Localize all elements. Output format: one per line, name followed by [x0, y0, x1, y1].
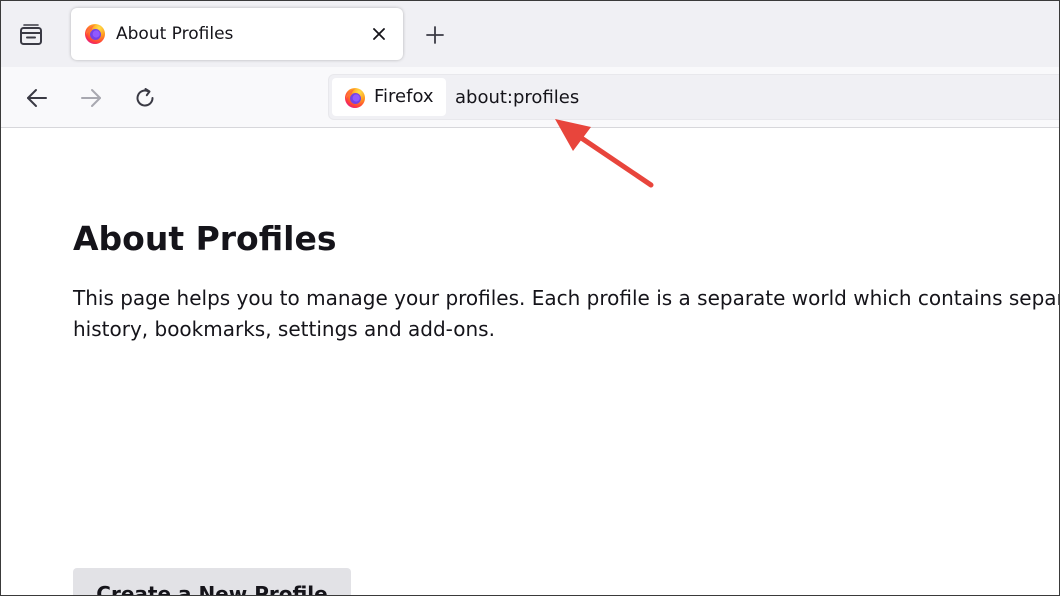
address-bar[interactable]: Firefox about:profiles [328, 74, 1059, 120]
firefox-icon [345, 88, 365, 108]
plus-icon [426, 26, 444, 44]
page-content: About Profiles This page helps you to ma… [73, 211, 1060, 345]
tab-list-button[interactable] [15, 19, 47, 51]
identity-box[interactable]: Firefox [332, 78, 446, 116]
create-new-profile-button[interactable]: Create a New Profile [73, 568, 351, 595]
new-tab-button[interactable] [419, 19, 451, 51]
tab-strip: About Profiles [1, 1, 1059, 67]
url-text[interactable]: about:profiles [455, 87, 579, 109]
tab-list-icon [20, 24, 42, 45]
forward-button[interactable] [74, 81, 108, 115]
back-arrow-icon [27, 89, 47, 107]
tab-close-button[interactable] [367, 22, 391, 46]
reload-button[interactable] [128, 81, 162, 115]
tab-about-profiles[interactable]: About Profiles [71, 8, 403, 60]
annotation-arrow [555, 119, 654, 188]
browser-window: About Profiles Firefox about:profiles Ab… [0, 0, 1060, 596]
page-description: This page helps you to manage your profi… [73, 286, 1060, 341]
navigation-toolbar: Firefox about:profiles [1, 67, 1059, 128]
forward-arrow-icon [81, 89, 101, 107]
identity-label: Firefox [374, 86, 434, 107]
firefox-icon [85, 24, 105, 44]
close-icon [373, 28, 385, 40]
reload-icon [136, 88, 154, 107]
tab-title: About Profiles [116, 24, 234, 44]
back-button[interactable] [20, 81, 54, 115]
page-title: About Profiles [73, 219, 337, 258]
